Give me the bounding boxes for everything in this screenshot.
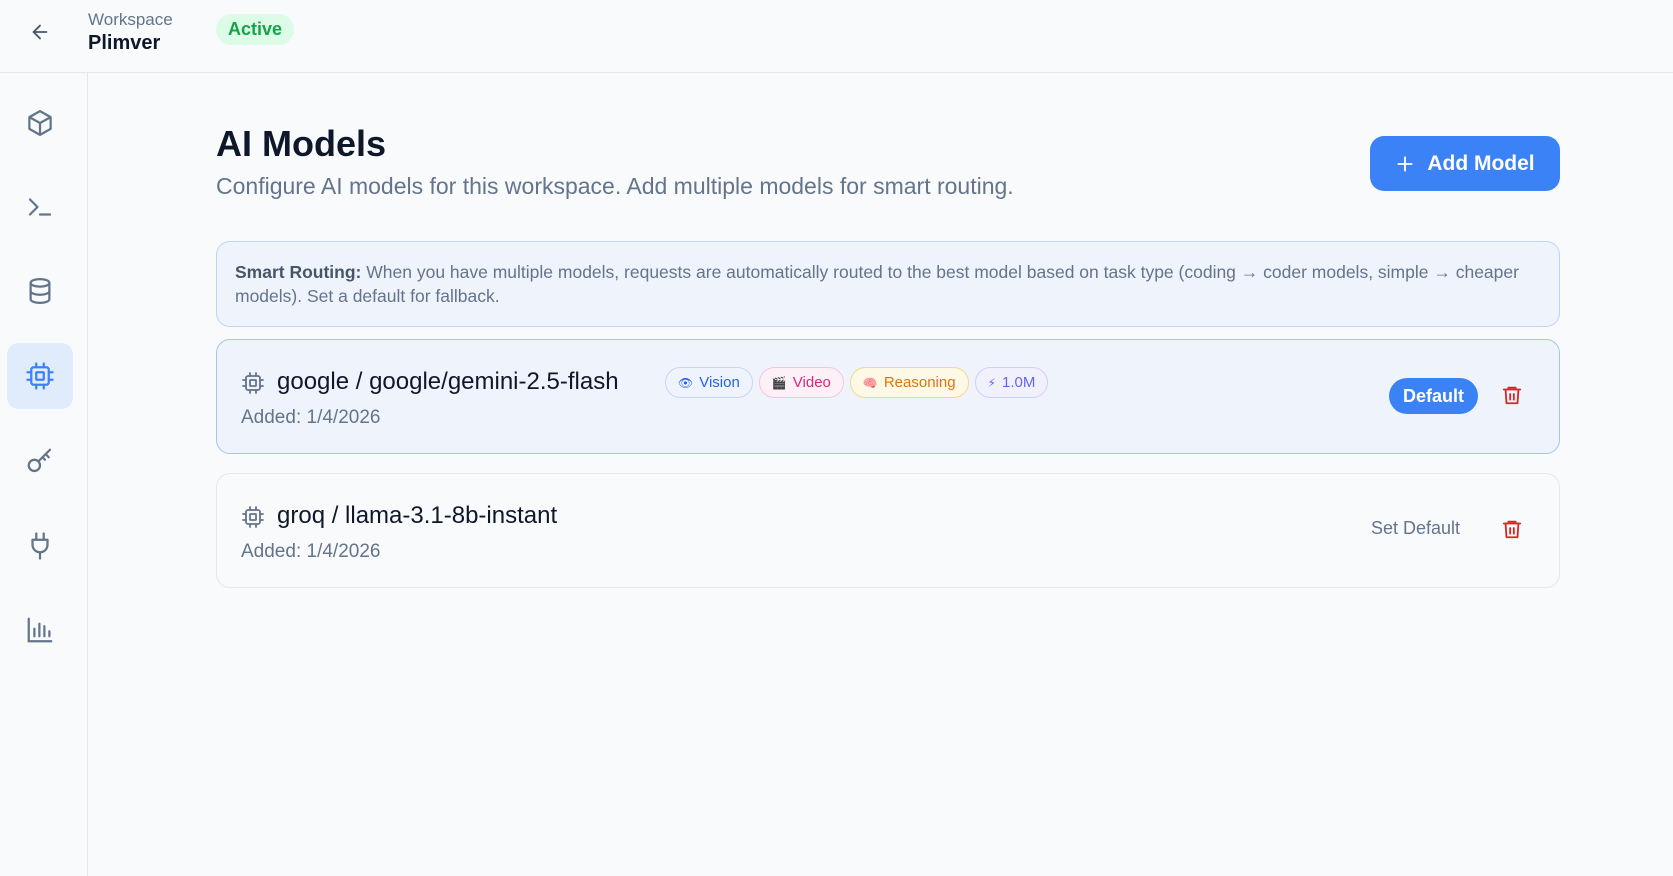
clapperboard-icon: 🎬 xyxy=(771,375,787,390)
model-added-date: Added: 1/4/2026 xyxy=(241,407,381,428)
tag-label: Video xyxy=(792,374,831,391)
tag-vision: 👁 Vision xyxy=(665,367,753,398)
sidebar-item-deployments[interactable] xyxy=(7,90,73,156)
database-icon xyxy=(29,278,51,305)
cube-icon xyxy=(28,110,52,136)
cpu-chip-icon xyxy=(26,362,54,390)
tag-video: 🎬 Video xyxy=(758,367,844,398)
plus-icon xyxy=(1397,155,1413,172)
model-name: groq / llama-3.1-8b-instant xyxy=(277,502,558,529)
trash-icon xyxy=(1502,386,1522,405)
brain-icon: 🧠 xyxy=(862,375,878,390)
bar-chart-icon xyxy=(27,617,53,643)
sidebar-item-integrations[interactable] xyxy=(7,513,73,579)
delete-model-button[interactable] xyxy=(1497,380,1527,410)
smart-routing-info: Smart Routing: When you have multiple mo… xyxy=(216,241,1560,327)
tag-context-window: ⚡ 1.0M xyxy=(974,367,1049,398)
add-model-label: Add Model xyxy=(1427,151,1535,175)
eye-icon: 👁 xyxy=(678,375,694,390)
model-card: groq / llama-3.1-8b-instant Added: 1/4/2… xyxy=(216,473,1560,588)
workspace-name: Plimver xyxy=(88,32,161,54)
workspace-label: Workspace xyxy=(88,10,173,29)
cpu-chip-icon xyxy=(242,372,264,394)
add-model-button[interactable]: Add Model xyxy=(1370,136,1560,191)
model-name: google / google/gemini-2.5-flash xyxy=(277,368,619,395)
page-subtitle: Configure AI models for this workspace. … xyxy=(216,173,1014,199)
info-label: Smart Routing: xyxy=(235,262,362,282)
set-default-button[interactable]: Set Default xyxy=(1371,518,1460,539)
capability-tags: 👁 Vision 🎬 Video 🧠 Reasoning ⚡ 1.0M xyxy=(665,367,1049,398)
delete-model-button[interactable] xyxy=(1497,514,1527,544)
page-title: AI Models xyxy=(216,123,387,164)
trash-icon xyxy=(1502,520,1522,539)
status-badge: Active xyxy=(216,14,295,45)
top-header: Workspace Plimver Active xyxy=(0,0,1673,73)
key-icon xyxy=(27,448,52,473)
sidebar-item-database[interactable] xyxy=(7,258,73,324)
tag-reasoning: 🧠 Reasoning xyxy=(849,367,969,398)
sidebar-item-console[interactable] xyxy=(7,174,73,240)
sidebar-nav xyxy=(0,73,88,876)
cpu-chip-icon xyxy=(242,506,264,528)
tag-label: Vision xyxy=(699,374,740,391)
terminal-icon xyxy=(28,198,52,216)
info-text: When you have multiple models, requests … xyxy=(235,262,1519,306)
sidebar-item-analytics[interactable] xyxy=(7,597,73,663)
model-added-date: Added: 1/4/2026 xyxy=(241,541,381,562)
sidebar-item-api-keys[interactable] xyxy=(7,428,73,494)
plug-icon xyxy=(31,532,49,560)
default-badge[interactable]: Default xyxy=(1389,378,1479,414)
back-button[interactable] xyxy=(24,16,56,48)
tag-label: Reasoning xyxy=(883,374,956,391)
tag-label: 1.0M xyxy=(1001,374,1036,391)
model-card: google / google/gemini-2.5-flash 👁 Visio… xyxy=(216,339,1560,454)
lightning-icon: ⚡ xyxy=(987,375,996,390)
sidebar-item-ai-models[interactable] xyxy=(7,343,73,409)
arrow-left-icon xyxy=(32,24,48,40)
